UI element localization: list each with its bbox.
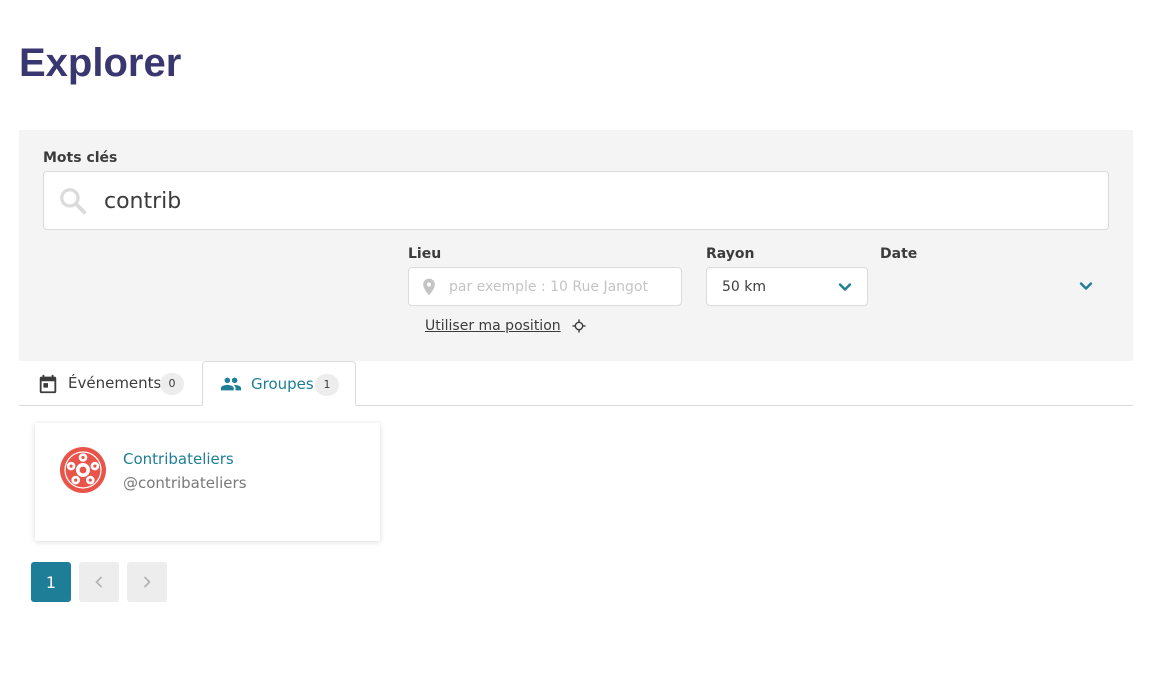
group-card[interactable]: Contribateliers @contribateliers (35, 423, 380, 541)
tab-groups[interactable]: Groupes 1 (202, 361, 356, 406)
search-icon (60, 188, 87, 215)
keywords-field[interactable] (43, 171, 1109, 230)
date-select[interactable] (880, 267, 1110, 306)
page-title: Explorer (19, 41, 182, 85)
lieu-field[interactable] (408, 267, 682, 306)
people-icon (220, 377, 242, 391)
search-panel: Mots clés Lieu Rayon 50 km Date Utiliser… (19, 130, 1133, 361)
chevron-right-icon (144, 576, 151, 588)
calendar-icon (39, 374, 57, 394)
rayon-value: 50 km (722, 279, 767, 295)
tab-groups-label: Groupes (251, 375, 314, 393)
result-tabs: Événements 0 Groupes 1 (19, 361, 1133, 406)
rayon-label: Rayon (706, 246, 755, 262)
lieu-label: Lieu (408, 246, 442, 262)
previous-page-button[interactable] (79, 562, 119, 602)
tab-groups-count: 1 (315, 374, 339, 396)
chevron-left-icon (95, 576, 102, 588)
chevron-down-icon (838, 283, 852, 291)
lieu-input[interactable] (449, 276, 674, 298)
date-label: Date (880, 246, 918, 262)
tab-events-label: Événements (68, 374, 162, 392)
page-1-button[interactable]: 1 (31, 562, 71, 602)
map-pin-icon (423, 278, 435, 296)
group-handle: @contribateliers (123, 474, 247, 492)
keywords-label: Mots clés (43, 150, 118, 166)
tab-events-count: 0 (160, 373, 184, 395)
keywords-input[interactable] (104, 184, 1084, 218)
rayon-select[interactable]: 50 km (706, 267, 868, 306)
crosshair-icon[interactable] (572, 319, 586, 333)
group-logo (60, 447, 106, 493)
use-position-link[interactable]: Utiliser ma position (425, 317, 561, 335)
next-page-button[interactable] (127, 562, 167, 602)
group-name[interactable]: Contribateliers (123, 449, 234, 469)
chevron-down-icon (1079, 282, 1093, 290)
tab-events[interactable]: Événements 0 (19, 361, 202, 406)
